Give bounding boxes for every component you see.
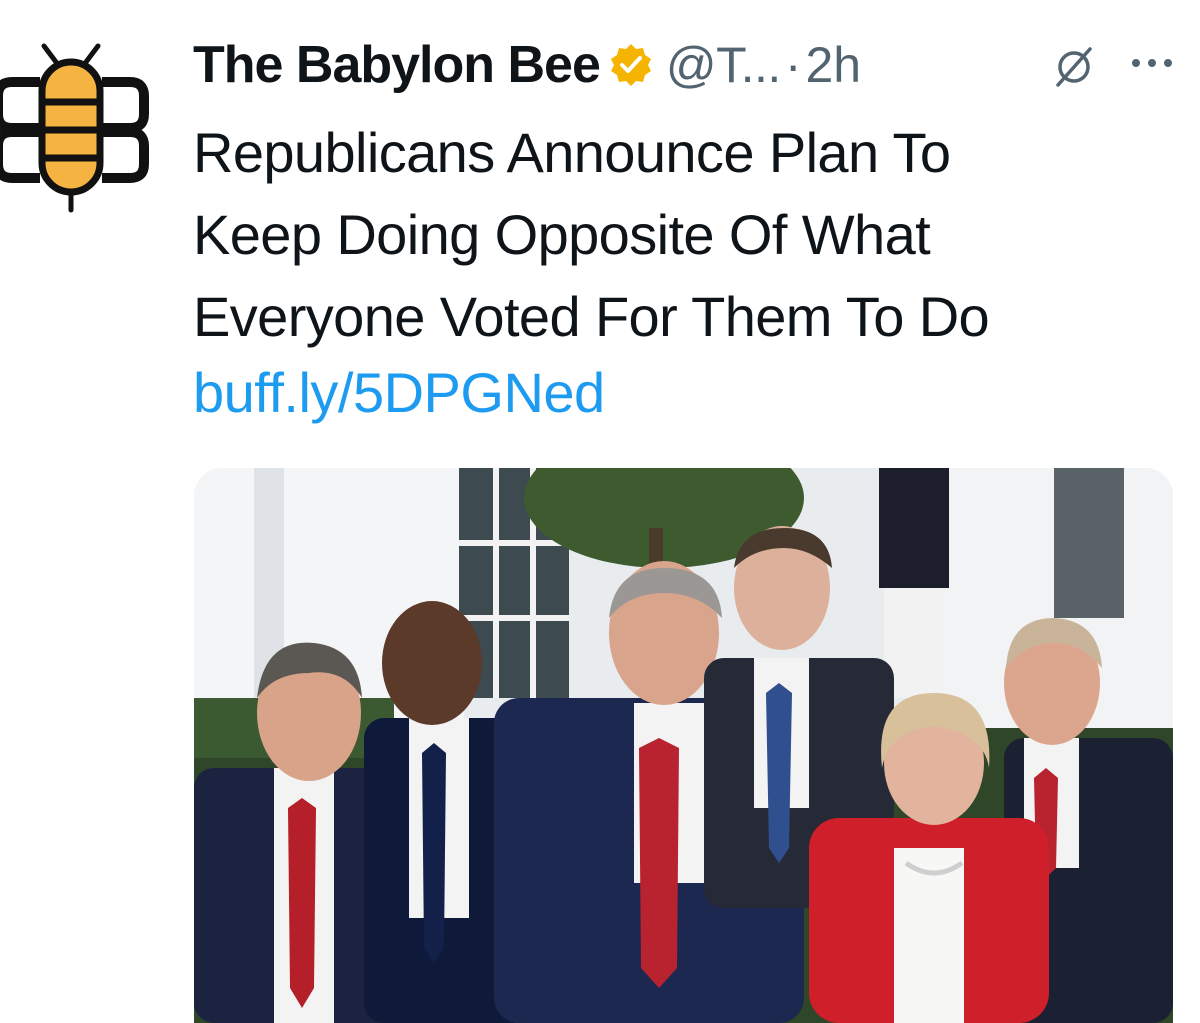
tweet[interactable]: The Babylon Bee @T... · 2h Republicans A…: [0, 0, 1200, 1023]
grok-slash-icon[interactable]: [1052, 45, 1096, 89]
tweet-text-line: Republicans Announce Plan To: [193, 121, 951, 184]
tweet-text: Republicans Announce Plan To Keep Doing …: [193, 112, 1153, 358]
tweet-text-line: Keep Doing Opposite Of What: [193, 203, 931, 266]
more-options-icon[interactable]: [1128, 48, 1176, 78]
tweet-header: The Babylon Bee @T... · 2h: [193, 30, 861, 100]
tweet-link[interactable]: buff.ly/5DPGNed: [193, 360, 605, 425]
timestamp[interactable]: 2h: [805, 36, 861, 94]
handle[interactable]: @T...: [666, 36, 781, 94]
verified-badge-icon[interactable]: [608, 42, 654, 88]
tweet-text-line: Everyone Voted For Them To Do: [193, 285, 990, 348]
tweet-media-photo[interactable]: [194, 468, 1173, 1023]
display-name[interactable]: The Babylon Bee: [193, 35, 601, 95]
separator-dot: ·: [784, 37, 802, 93]
babylon-bee-logo-icon[interactable]: [0, 40, 170, 220]
